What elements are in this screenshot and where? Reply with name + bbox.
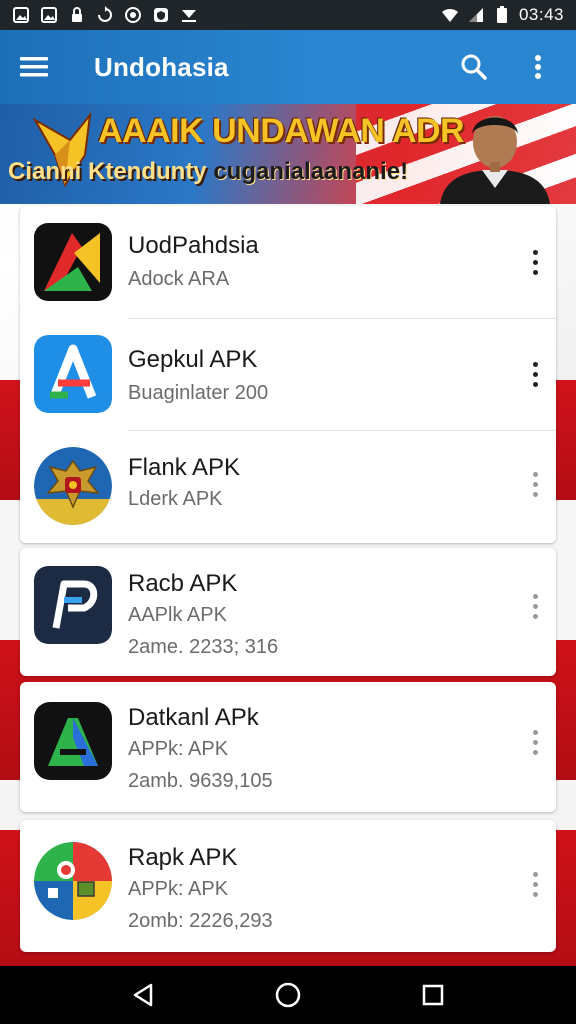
colorful-map-icon — [34, 842, 112, 920]
list-item[interactable]: Flank APK Lderk APK — [20, 430, 556, 543]
app-name: UodPahdsia — [128, 232, 259, 259]
app-subtitle: Adock ARA — [128, 268, 230, 290]
garuda-emblem-icon — [34, 447, 112, 525]
download-icon — [180, 6, 198, 24]
app-subtitle: Buaginlater 200 — [128, 382, 269, 404]
compass-icon — [124, 6, 142, 24]
image-icon — [40, 6, 58, 24]
app-store-a-icon — [34, 335, 112, 413]
a-triangle-icon — [34, 223, 112, 301]
signal-icon — [467, 6, 485, 24]
app-meta: 2omb: 2226,293 — [128, 910, 273, 932]
app-subtitle: Lderk APK — [128, 488, 223, 510]
more-vert-icon[interactable] — [524, 354, 546, 394]
app-title: Undohasia — [94, 51, 229, 82]
wifi-icon — [441, 6, 459, 24]
promo-banner[interactable]: AAAIK UNDAWAN ADR Cianni Ktendunty cugan… — [0, 104, 576, 204]
app-list-card-1: UodPahdsia Adock ARA Gepkul APK Buaginla… — [20, 206, 556, 543]
app-name: Flank APK — [128, 454, 241, 481]
app-name: Gepkul APK — [128, 346, 258, 373]
banner-headline: AAAIK UNDAWAN ADR — [98, 112, 465, 150]
list-item[interactable]: Gepkul APK Buaginlater 200 — [20, 318, 556, 430]
list-item[interactable]: UodPahdsia Adock ARA — [20, 206, 556, 318]
image-icon — [12, 6, 30, 24]
banner-subline-part2: cuganialaananie! — [213, 158, 409, 185]
recents-square-icon[interactable] — [413, 975, 453, 1015]
more-vert-icon[interactable] — [524, 464, 546, 504]
more-vert-icon[interactable] — [524, 586, 546, 626]
app-subtitle: APPk: APK — [128, 878, 229, 900]
app-list-card-2: Racb APK AAPlk APK 2ame. 2233; 316 — [20, 548, 556, 676]
p-logo-icon — [34, 566, 112, 644]
app-bar: Undohasia — [0, 30, 576, 104]
app-meta: 2ame. 2233; 316 — [128, 636, 279, 658]
a-green-icon — [34, 702, 112, 780]
app-list-card-3: Datkanl APk APPk: APK 2amb. 9639,105 — [20, 682, 556, 812]
navigation-bar — [0, 966, 576, 1024]
home-circle-icon[interactable] — [268, 975, 308, 1015]
banner-subline-part1: Cianni Ktendunty — [8, 158, 207, 185]
banner-subline: Cianni Ktendunty cuganialaananie! — [8, 158, 408, 186]
more-vert-icon[interactable] — [524, 864, 546, 904]
shield-icon — [152, 6, 170, 24]
list-item[interactable]: Datkanl APk APPk: APK 2amb. 9639,105 — [20, 682, 556, 812]
more-vert-icon[interactable] — [524, 722, 546, 762]
app-meta: 2amb. 9639,105 — [128, 770, 273, 792]
app-list-card-4: Rapk APK APPk: APK 2omb: 2226,293 — [20, 820, 556, 952]
more-vert-icon[interactable] — [524, 242, 546, 282]
app-name: Racb APK — [128, 570, 238, 597]
back-triangle-icon[interactable] — [123, 975, 163, 1015]
battery-icon — [493, 6, 511, 24]
search-icon[interactable] — [456, 47, 492, 87]
app-name: Rapk APK — [128, 844, 238, 871]
list-item[interactable]: Racb APK AAPlk APK 2ame. 2233; 316 — [20, 548, 556, 676]
hamburger-menu-icon[interactable] — [20, 47, 60, 87]
app-subtitle: APPk: APK — [128, 738, 229, 760]
app-name: Datkanl APk — [128, 704, 259, 731]
sync-icon — [96, 6, 114, 24]
lock-icon — [68, 6, 86, 24]
person-photo — [440, 116, 550, 204]
more-vert-icon[interactable] — [520, 47, 556, 87]
app-subtitle: AAPlk APK — [128, 604, 227, 626]
list-item[interactable]: Rapk APK APPk: APK 2omb: 2226,293 — [20, 820, 556, 952]
status-time: 03:43 — [518, 5, 564, 24]
status-bar: 03:43 — [0, 0, 576, 30]
